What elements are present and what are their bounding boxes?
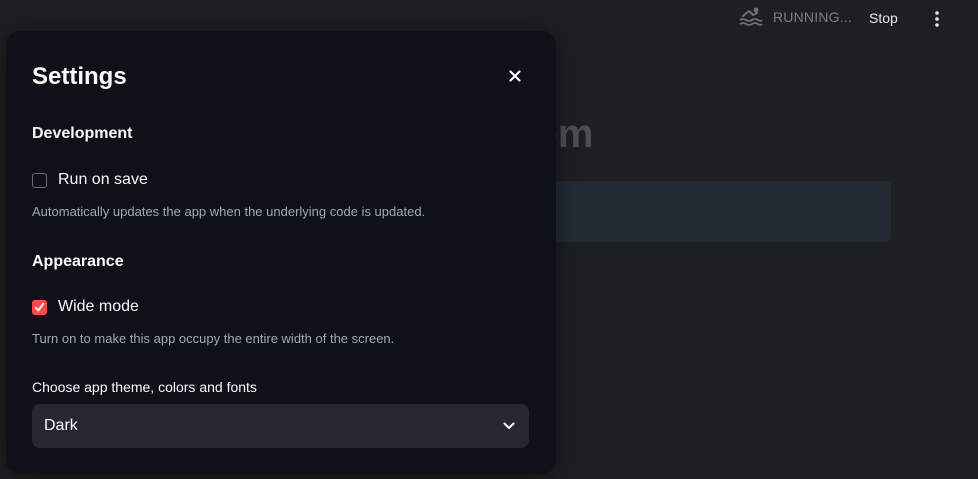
checkmark-icon xyxy=(34,302,45,311)
app-root: stem RUNNING... Stop Settings xyxy=(0,0,978,479)
swimmer-icon xyxy=(739,6,763,28)
running-status: RUNNING... xyxy=(739,6,852,28)
run-on-save-checkbox[interactable]: Run on save xyxy=(32,171,148,189)
wide-mode-checkbox[interactable]: Wide mode xyxy=(32,298,139,316)
content-box xyxy=(540,181,891,242)
close-icon[interactable] xyxy=(506,67,524,85)
appearance-heading: Appearance xyxy=(32,253,124,270)
wide-mode-help: Turn on to make this app occupy the enti… xyxy=(32,331,395,346)
dialog-title: Settings xyxy=(32,63,127,90)
theme-select-label: Choose app theme, colors and fonts xyxy=(32,379,257,395)
run-on-save-label: Run on save xyxy=(58,171,148,188)
stop-button[interactable]: Stop xyxy=(865,8,902,28)
settings-dialog: Settings Development Run on save Automat… xyxy=(6,31,556,474)
theme-select-value: Dark xyxy=(44,417,78,434)
more-vertical-icon[interactable] xyxy=(926,8,948,30)
status-text: RUNNING... xyxy=(773,9,852,25)
development-heading: Development xyxy=(32,125,133,142)
run-on-save-help: Automatically updates the app when the u… xyxy=(32,204,426,219)
checkbox-unchecked[interactable] xyxy=(32,172,47,188)
checkbox-checked[interactable] xyxy=(32,299,47,315)
theme-select[interactable]: Dark xyxy=(32,404,529,448)
chevron-down-icon xyxy=(503,417,515,435)
wide-mode-label: Wide mode xyxy=(58,298,139,315)
